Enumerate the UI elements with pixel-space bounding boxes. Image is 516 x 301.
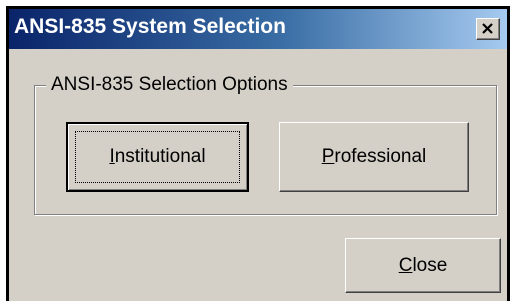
institutional-label-rest: nstitutional xyxy=(114,146,206,167)
close-button[interactable]: Close xyxy=(345,238,501,293)
professional-mnemonic: P xyxy=(321,146,335,167)
professional-button[interactable]: Professional xyxy=(279,122,469,192)
close-mnemonic: C xyxy=(398,254,413,276)
group-label: ANSI-835 Selection Options xyxy=(46,74,293,96)
title-bar[interactable]: ANSI-835 System Selection xyxy=(9,9,507,49)
institutional-button-label: Institutional xyxy=(109,146,205,168)
close-button-label: Close xyxy=(399,255,448,277)
professional-label-rest: rofessional xyxy=(334,146,427,167)
professional-button-label: Professional xyxy=(322,146,427,168)
close-label-rest: lose xyxy=(412,254,448,276)
window-title: ANSI-835 System Selection xyxy=(14,15,286,38)
title-close-button[interactable] xyxy=(476,18,500,40)
dialog-window: ANSI-835 System Selection ANSI-835 Selec… xyxy=(6,6,510,301)
institutional-button[interactable]: Institutional xyxy=(66,122,249,192)
close-icon xyxy=(482,23,493,34)
